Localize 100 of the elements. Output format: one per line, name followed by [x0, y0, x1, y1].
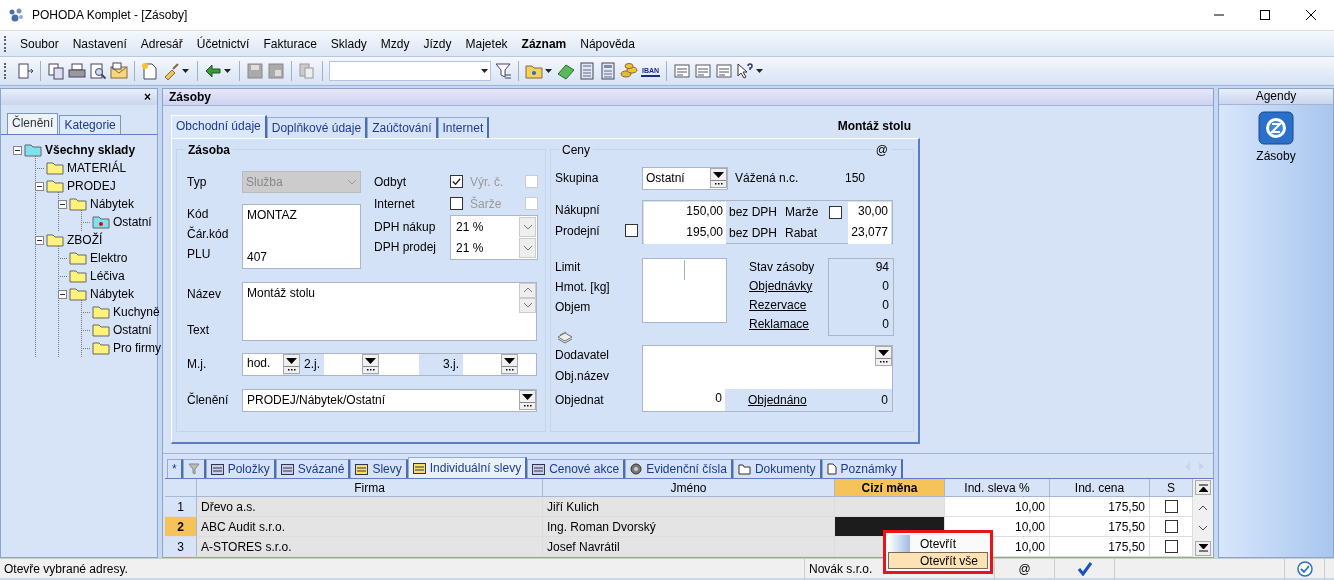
tree-item[interactable]: Elektro [90, 251, 128, 265]
checkbox[interactable] [1164, 520, 1178, 533]
dropdown-button[interactable] [519, 390, 536, 411]
agenda-label[interactable]: Zásoby [1256, 149, 1296, 163]
tree-item[interactable]: Ostatní [113, 215, 152, 229]
tree-item[interactable]: Všechny sklady [45, 143, 136, 157]
tab[interactable]: Kategorie [59, 115, 121, 134]
menu-item[interactable]: Jízdy [416, 36, 459, 51]
checkbox[interactable] [625, 224, 638, 238]
menu-item[interactable]: Sklady [323, 36, 374, 51]
link[interactable]: Reklamace [749, 316, 828, 331]
tab[interactable]: Členění [7, 113, 59, 134]
caret-icon[interactable] [182, 69, 189, 73]
tab[interactable]: Poznámky [821, 459, 903, 478]
list-icon[interactable] [694, 62, 713, 80]
collapse-toggle[interactable] [35, 181, 44, 191]
paper-stack-icon[interactable] [557, 329, 573, 344]
tab[interactable]: Svázané [275, 459, 351, 478]
envelope-icon[interactable] [110, 62, 128, 80]
toolbar-combo-field[interactable] [329, 61, 491, 81]
filter-icon[interactable] [494, 62, 512, 80]
menu-item[interactable]: Nastavení [65, 36, 134, 51]
money-icon[interactable] [557, 62, 575, 80]
scroll-up-icon[interactable] [519, 282, 536, 298]
checkbox[interactable] [450, 175, 463, 189]
collapse-toggle[interactable] [58, 289, 67, 299]
row-number[interactable]: 3 [165, 537, 197, 557]
menu-item[interactable]: Fakturace [256, 36, 324, 51]
tree-item[interactable]: Nábytek [90, 197, 135, 211]
brush-icon[interactable] [162, 62, 180, 80]
dropdown-chevron-icon[interactable] [519, 217, 536, 238]
tab[interactable]: * [167, 459, 183, 478]
checkbox[interactable] [450, 197, 463, 211]
tree-item[interactable]: MATERIÁL [67, 161, 127, 175]
row-number[interactable]: 2 [165, 517, 197, 537]
link[interactable]: Rezervace [749, 297, 828, 312]
dropdown-button[interactable] [875, 345, 892, 366]
menu-item[interactable]: Otevřít vše [888, 552, 988, 569]
ratio-field[interactable] [518, 353, 536, 375]
name-text-area[interactable]: Montáž stolu [242, 281, 537, 341]
unit-field[interactable] [324, 353, 362, 375]
price-field[interactable]: 195,00 [644, 222, 726, 244]
caret-icon[interactable] [545, 69, 552, 73]
tree-item[interactable]: Nábytek [90, 287, 135, 301]
link[interactable]: Objednávky [749, 278, 828, 293]
column-header[interactable]: Firma [197, 479, 543, 497]
tab[interactable]: Dokumenty [732, 459, 822, 478]
tree-item[interactable]: PRODEJ [67, 179, 116, 193]
measures-field[interactable] [642, 257, 727, 323]
coins-icon[interactable] [620, 62, 638, 80]
dropdown-button[interactable] [710, 168, 727, 189]
tab[interactable]: Evidenční čísla [625, 459, 733, 478]
column-header[interactable]: Ind. sleva % [945, 479, 1050, 497]
order-quantity-field[interactable]: 0 [643, 388, 725, 411]
menu-item[interactable]: Účetnictví [189, 36, 257, 51]
door-icon[interactable] [16, 62, 34, 80]
tab[interactable] [182, 459, 206, 478]
column-header[interactable]: Cizí měna [835, 479, 945, 497]
codes-field[interactable]: MONTAZ 407 [242, 203, 361, 269]
vat-rate[interactable]: 21 % [452, 218, 488, 237]
scroll-top-button[interactable] [1195, 480, 1211, 495]
folder-icon[interactable] [525, 62, 543, 80]
group-select[interactable]: Ostatní [642, 166, 728, 190]
checkbox[interactable] [1164, 540, 1178, 553]
category-field[interactable]: PRODEJ/Nábytek/Ostatní [242, 388, 537, 412]
copy-icon[interactable] [47, 62, 65, 80]
checkbox[interactable] [829, 205, 842, 219]
unit-field[interactable] [463, 353, 502, 375]
menu-item[interactable]: Majetek [458, 36, 515, 51]
link[interactable]: Objednáno [748, 392, 878, 407]
column-header[interactable]: Jméno [543, 479, 835, 497]
menu-item[interactable]: Soubor [13, 36, 66, 51]
scrollbar[interactable] [1193, 479, 1213, 557]
tree-item[interactable]: Ostatní [113, 323, 152, 337]
tab[interactable]: Zaúčtování [367, 116, 438, 138]
calculator-icon[interactable] [578, 62, 596, 80]
supplier-field[interactable] [643, 345, 892, 389]
dropdown-button[interactable] [283, 354, 300, 375]
tree-item[interactable]: ZBOŽÍ [67, 233, 103, 247]
tree-item[interactable]: Pro firmy [113, 341, 161, 355]
tab[interactable]: Cenové akce [527, 459, 626, 478]
print-preview-icon[interactable] [89, 62, 107, 80]
caret-icon[interactable] [756, 69, 764, 73]
price-field[interactable]: 150,00 [644, 201, 726, 223]
row-number[interactable]: 1 [165, 497, 197, 517]
ratio-field[interactable] [379, 353, 419, 375]
collapse-toggle[interactable] [35, 235, 44, 245]
menu-item[interactable]: Záznam [514, 36, 574, 51]
menu-item[interactable]: Nápověda [573, 36, 642, 51]
price-field[interactable]: 30,00 [848, 201, 891, 223]
collapse-toggle[interactable] [13, 145, 22, 155]
column-header[interactable]: S [1150, 479, 1193, 497]
menu-item[interactable]: Mzdy [373, 36, 417, 51]
unit-field[interactable]: hod. [243, 353, 283, 375]
tree-item[interactable]: Kuchyně [113, 305, 160, 319]
collapse-toggle[interactable] [58, 199, 67, 209]
tab[interactable]: Internet [437, 116, 490, 138]
menu-item[interactable]: Adresář [133, 36, 190, 51]
close-button[interactable]: × [142, 90, 153, 104]
checkbox[interactable] [1164, 500, 1178, 513]
